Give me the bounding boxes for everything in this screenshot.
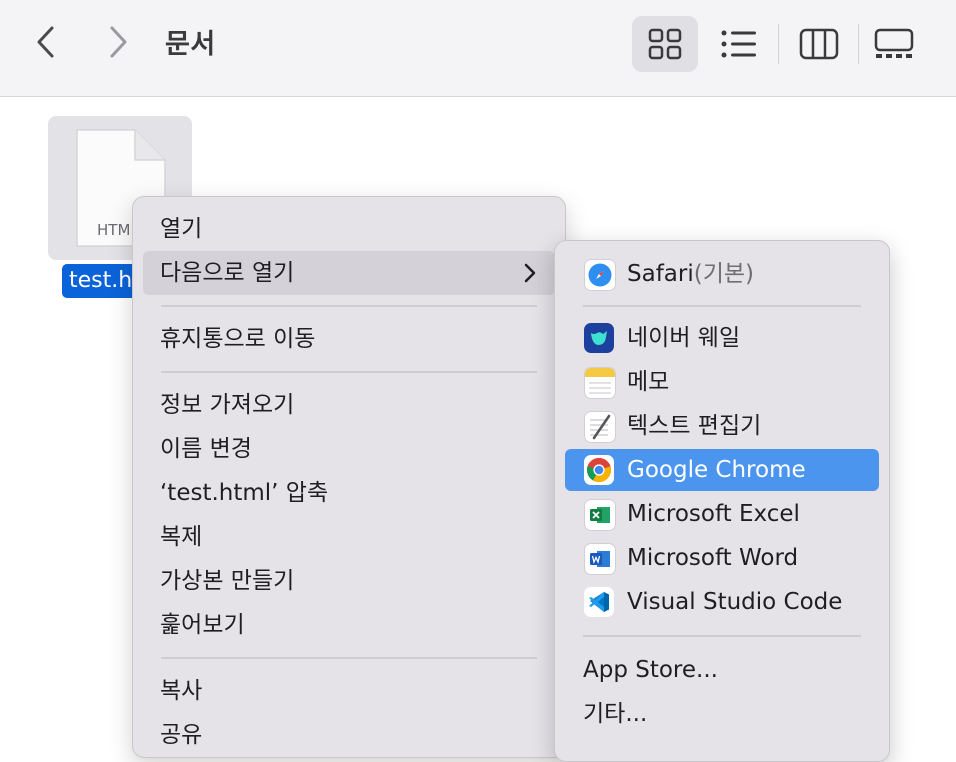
app-name: Microsoft Word — [627, 545, 799, 571]
textedit-icon — [584, 411, 616, 443]
list-view-icon — [721, 30, 756, 58]
column-view-icon — [799, 28, 839, 60]
app-name: Microsoft Excel — [627, 501, 800, 527]
menu-item-make-alias[interactable]: 가상본 만들기 — [143, 559, 555, 603]
menu-item-label: 공유 — [160, 722, 203, 748]
menu-item-label: 기타... — [583, 701, 648, 727]
chevron-right-icon — [523, 251, 537, 295]
toolbar-divider — [778, 24, 779, 64]
icon-view-button[interactable] — [632, 16, 698, 72]
app-name: Visual Studio Code — [627, 589, 843, 615]
menu-separator — [161, 305, 537, 307]
app-name: 네이버 웨일 — [627, 325, 741, 351]
list-view-button[interactable] — [712, 16, 766, 72]
menu-item-label: ‘test.html’ 압축 — [160, 480, 329, 506]
chrome-icon — [584, 455, 614, 485]
menu-separator — [583, 635, 861, 637]
menu-item-label: 가상본 만들기 — [160, 568, 295, 594]
folder-title: 문서 — [165, 29, 216, 60]
toolbar-divider — [858, 24, 859, 64]
menu-separator — [161, 371, 537, 373]
menu-item-duplicate[interactable]: 복제 — [143, 515, 555, 559]
icon-view-icon — [648, 28, 682, 60]
app-name: Safari — [627, 261, 694, 287]
menu-item-app-store[interactable]: App Store... — [565, 649, 879, 691]
back-button[interactable] — [26, 20, 66, 64]
menu-item-label: 다음으로 열기 — [160, 260, 295, 286]
gallery-view-button[interactable] — [866, 16, 922, 72]
safari-icon — [584, 259, 616, 291]
file-extension-label: HTM — [97, 221, 131, 239]
menu-item-share[interactable]: 공유 — [143, 713, 555, 757]
menu-item-other[interactable]: 기타... — [565, 693, 879, 735]
menu-item-label: 훑어보기 — [160, 612, 245, 638]
menu-item-label: 복사 — [160, 678, 203, 704]
app-name: Google Chrome — [627, 457, 806, 483]
file-name-label[interactable]: test.h — [62, 264, 140, 298]
app-item-textedit[interactable]: 텍스트 편집기 — [565, 405, 879, 447]
app-item-microsoft-word[interactable]: Microsoft Word — [565, 537, 879, 579]
gallery-view-icon — [874, 28, 914, 58]
forward-button[interactable] — [98, 20, 138, 64]
chevron-left-icon — [37, 26, 54, 58]
open-with-submenu: Safari(기본) 네이버 웨일 메모 텍스트 편집기 Google Chro… — [554, 240, 890, 762]
default-app-tag: (기본) — [693, 261, 755, 287]
word-icon — [584, 543, 616, 575]
menu-item-move-to-trash[interactable]: 휴지통으로 이동 — [143, 317, 555, 361]
menu-separator — [583, 305, 861, 307]
app-item-naver-whale[interactable]: 네이버 웨일 — [565, 317, 879, 359]
menu-item-label: 열기 — [160, 216, 203, 242]
menu-item-label: 정보 가져오기 — [160, 392, 295, 418]
vscode-icon — [584, 587, 614, 617]
naver-whale-icon — [584, 323, 614, 353]
app-name: 텍스트 편집기 — [627, 413, 762, 439]
menu-item-label: 복제 — [160, 524, 203, 550]
menu-separator — [161, 657, 537, 659]
menu-item-label: 이름 변경 — [160, 436, 252, 462]
menu-item-rename[interactable]: 이름 변경 — [143, 427, 555, 471]
menu-item-label: 휴지통으로 이동 — [160, 326, 316, 352]
menu-item-copy[interactable]: 복사 — [143, 669, 555, 713]
menu-item-open[interactable]: 열기 — [143, 207, 555, 251]
excel-icon — [584, 499, 616, 531]
menu-item-get-info[interactable]: 정보 가져오기 — [143, 383, 555, 427]
menu-item-quick-look[interactable]: 훑어보기 — [143, 603, 555, 647]
app-item-google-chrome[interactable]: Google Chrome — [565, 449, 879, 491]
app-item-notes[interactable]: 메모 — [565, 361, 879, 403]
notes-icon — [584, 367, 616, 399]
menu-item-label: App Store... — [583, 657, 718, 683]
menu-item-compress[interactable]: ‘test.html’ 압축 — [143, 471, 555, 515]
menu-item-open-with[interactable]: 다음으로 열기 — [143, 251, 555, 295]
finder-toolbar: 문서 — [0, 0, 956, 97]
app-item-microsoft-excel[interactable]: Microsoft Excel — [565, 493, 879, 535]
app-item-vscode[interactable]: Visual Studio Code — [565, 581, 879, 623]
context-menu: 열기 다음으로 열기 휴지통으로 이동 정보 가져오기 이름 변경 ‘test.… — [132, 196, 566, 758]
column-view-button[interactable] — [792, 16, 846, 72]
app-name: 메모 — [627, 369, 670, 395]
app-item-safari[interactable]: Safari(기본) — [565, 253, 879, 295]
chevron-right-icon — [110, 26, 127, 58]
